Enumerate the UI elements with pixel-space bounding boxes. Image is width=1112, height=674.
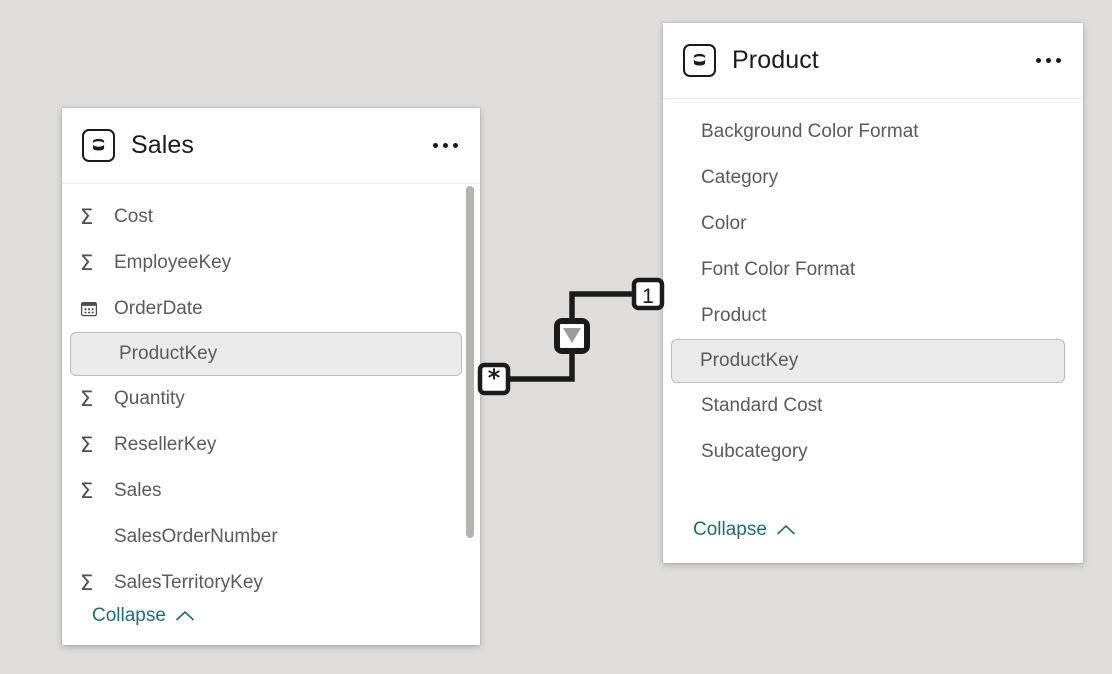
field-row-quantity[interactable]: Σ Quantity: [62, 376, 480, 422]
collapse-button-product[interactable]: Collapse: [663, 519, 1083, 563]
table-title-sales: Sales: [131, 131, 195, 159]
field-row-cost[interactable]: Σ Cost: [62, 194, 480, 240]
field-row-orderdate[interactable]: OrderDate: [62, 286, 480, 332]
field-label: SalesTerritoryKey: [114, 572, 263, 593]
ellipsis-icon[interactable]: [1030, 50, 1067, 71]
field-row-sales[interactable]: Σ Sales: [62, 468, 480, 514]
chevron-up-icon: [776, 524, 796, 535]
sigma-icon: Σ: [80, 478, 94, 503]
field-label: Product: [701, 305, 767, 326]
field-label: Color: [701, 213, 747, 234]
field-list-sales[interactable]: Σ Cost Σ EmployeeKey OrderDate ProductKe…: [62, 184, 480, 605]
field-row-background-color-format[interactable]: Background Color Format: [663, 109, 1083, 155]
sigma-icon: Σ: [80, 570, 94, 595]
field-row-color[interactable]: Color: [663, 201, 1083, 247]
field-row-salesterritorykey[interactable]: Σ SalesTerritoryKey: [62, 560, 480, 605]
sigma-icon: Σ: [80, 250, 94, 275]
relationship-line: [510, 291, 650, 382]
svg-text:*: *: [488, 364, 501, 392]
field-row-font-color-format[interactable]: Font Color Format: [663, 247, 1083, 293]
field-list-product[interactable]: Background Color Format Category Color F…: [663, 99, 1083, 519]
cardinality-one-marker[interactable]: 1: [631, 277, 665, 311]
field-list-scrollbar[interactable]: [466, 184, 474, 605]
field-label: EmployeeKey: [114, 252, 232, 273]
table-card-product[interactable]: Product Background Color Format Category…: [663, 23, 1083, 563]
field-label: Background Color Format: [701, 121, 919, 142]
field-label: Standard Cost: [701, 395, 823, 416]
calendar-icon: [80, 300, 106, 318]
table-card-sales[interactable]: Sales Σ Cost Σ EmployeeKey OrderDate Pro…: [62, 108, 480, 645]
sigma-icon: Σ: [80, 432, 94, 457]
field-row-category[interactable]: Category: [663, 155, 1083, 201]
table-card-header-product[interactable]: Product: [663, 23, 1083, 99]
cardinality-many-marker[interactable]: *: [477, 362, 511, 396]
collapse-label: Collapse: [693, 519, 767, 540]
field-label: Quantity: [114, 388, 185, 409]
sigma-icon: Σ: [80, 204, 94, 229]
field-label: SalesOrderNumber: [114, 526, 278, 547]
field-label: ProductKey: [700, 350, 799, 371]
field-row-employeekey[interactable]: Σ EmployeeKey: [62, 240, 480, 286]
field-row-productkey[interactable]: ProductKey: [70, 332, 462, 376]
table-title-product: Product: [732, 46, 819, 74]
field-label: Cost: [114, 206, 154, 227]
table-database-icon: [683, 44, 716, 77]
field-label: Font Color Format: [701, 259, 856, 280]
svg-text:1: 1: [642, 285, 654, 308]
table-database-icon: [82, 129, 115, 162]
filter-direction-down-icon[interactable]: [554, 318, 590, 354]
ellipsis-icon[interactable]: [427, 135, 464, 156]
field-label: ResellerKey: [114, 434, 217, 455]
field-row-standard-cost[interactable]: Standard Cost: [663, 383, 1083, 429]
chevron-up-icon: [175, 610, 195, 621]
table-card-header-sales[interactable]: Sales: [62, 108, 480, 184]
field-label: OrderDate: [114, 298, 203, 319]
field-label: Sales: [114, 480, 162, 501]
field-label: Subcategory: [701, 441, 808, 462]
field-label: Category: [701, 167, 779, 188]
field-label: ProductKey: [119, 343, 218, 364]
scrollbar-thumb[interactable]: [466, 186, 474, 538]
field-row-salesordernumber[interactable]: SalesOrderNumber: [62, 514, 480, 560]
sigma-icon: Σ: [80, 386, 94, 411]
field-row-productkey[interactable]: ProductKey: [671, 339, 1065, 383]
relationship-connector[interactable]: * 1: [477, 272, 678, 396]
field-row-resellerkey[interactable]: Σ ResellerKey: [62, 422, 480, 468]
field-row-product[interactable]: Product: [663, 293, 1083, 339]
field-row-subcategory[interactable]: Subcategory: [663, 429, 1083, 475]
collapse-button-sales[interactable]: Collapse: [62, 605, 480, 645]
collapse-label: Collapse: [92, 605, 166, 626]
